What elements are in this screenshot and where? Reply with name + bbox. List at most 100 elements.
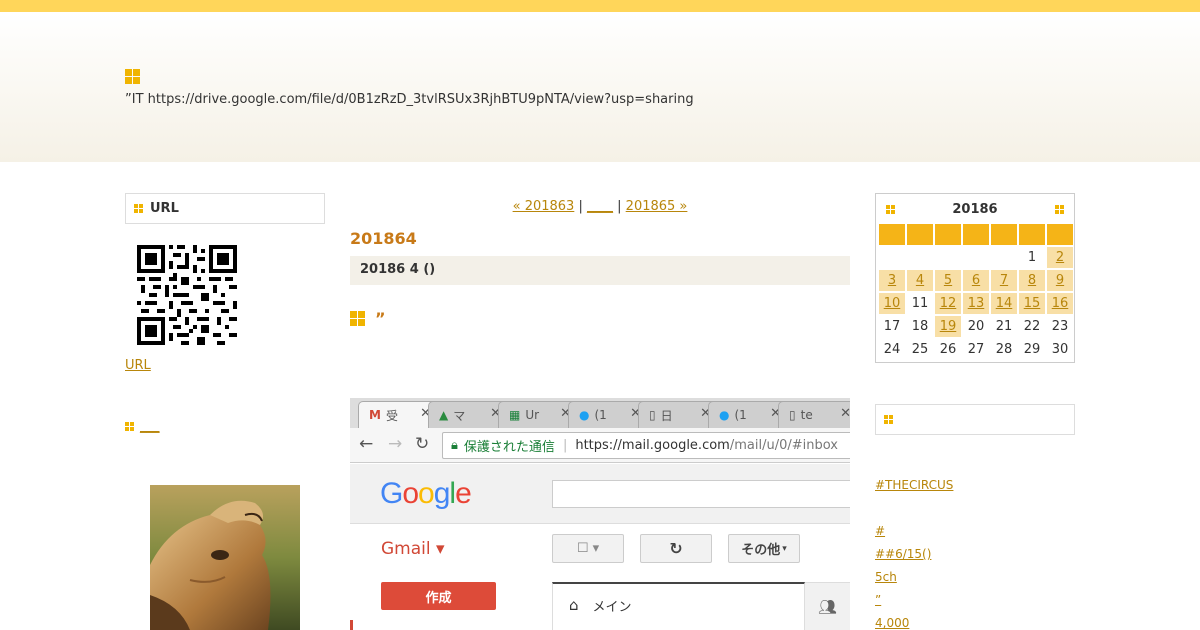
site-header: ”IT https://drive.google.com/file/d/0B1z…	[0, 12, 1200, 162]
weekday-header	[1019, 224, 1045, 245]
calendar-header: 20186	[878, 194, 1072, 224]
browser-tab: ▯ te ✕	[778, 401, 850, 428]
next-month-link[interactable]: 201865 »	[626, 199, 688, 214]
recent-post-link[interactable]: #	[875, 524, 978, 538]
list-item: #THECIRCUS	[875, 472, 1075, 495]
left-section-link[interactable]: ___	[140, 419, 160, 434]
pager-middle-link[interactable]: ____	[587, 199, 613, 214]
calendar-title: 20186	[952, 201, 998, 217]
calendar-day: 25	[911, 342, 929, 357]
calendar-day[interactable]: 8	[1019, 270, 1045, 291]
qr-code-image	[137, 245, 237, 345]
heading-squares-icon	[134, 204, 143, 213]
prev-month-link[interactable]: « 201863	[513, 199, 575, 214]
google-bar: Google	[350, 464, 850, 524]
top-accent-bar	[0, 0, 1200, 12]
url-host: https://mail.google.com	[575, 438, 730, 453]
calendar-day[interactable]: 3	[879, 270, 905, 291]
right-widget-heading	[875, 404, 1075, 435]
calendar-empty-cell	[991, 247, 1017, 268]
recent-posts-list: #THECIRCUS # ##6/15() 5ch ” 4,000	[875, 449, 1075, 630]
recent-post-link[interactable]: ”	[875, 593, 1075, 607]
weekday-header	[907, 224, 933, 245]
post-title-text: ”	[375, 309, 386, 328]
inbox-icon: ⌂	[569, 596, 579, 614]
checkbox-icon: ☐ ▾	[576, 541, 600, 556]
calendar-empty-cell	[879, 247, 905, 268]
list-item	[875, 449, 1075, 472]
heading-squares-icon	[886, 204, 895, 214]
url-path: /mail/u/0/#inbox	[729, 438, 838, 453]
twitter-icon: ●	[579, 408, 590, 422]
inbox-indicator	[350, 620, 353, 630]
recent-post-link[interactable]: #THECIRCUS	[875, 478, 1075, 492]
calendar-empty-cell	[935, 247, 961, 268]
social-tab: 👥︎	[805, 582, 850, 630]
month-pager: « 201863 | ____ | 201865 »	[350, 199, 850, 214]
calendar-widget: 20186 1 2 3 4 5 6 7 8 9 10 11 12 13 14 15 16 17 18 19 20 21 2…	[875, 193, 1075, 363]
calendar-day[interactable]: 13	[963, 293, 989, 314]
calendar-day[interactable]: 9	[1047, 270, 1073, 291]
recent-post-link[interactable]: 4,000	[875, 616, 1075, 630]
calendar-empty-cell	[907, 247, 933, 268]
weekday-header	[935, 224, 961, 245]
google-logo: Google	[380, 477, 472, 510]
calendar-day[interactable]: 5	[935, 270, 961, 291]
heading-squares-icon	[125, 422, 134, 431]
calendar-day: 21	[995, 319, 1013, 334]
calendar-empty-cell	[963, 247, 989, 268]
browser-toolbar: ← → ↻ 🔒︎ 保護された通信 | https://mail.google.c…	[350, 428, 850, 463]
gmail-label: Gmail ▾	[381, 539, 445, 559]
gmail-icon: M	[369, 408, 381, 422]
page-title: 201864	[350, 229, 417, 248]
calendar-day[interactable]: 14	[991, 293, 1017, 314]
calendar-day[interactable]: 4	[907, 270, 933, 291]
url-widget-heading: URL	[125, 193, 325, 224]
page-icon: ▯	[649, 408, 656, 422]
calendar-day: 17	[883, 319, 901, 334]
post-squares-icon	[350, 311, 365, 326]
lock-icon: 🔒︎	[451, 438, 458, 453]
address-bar: 🔒︎ 保護された通信 | https://mail.google.com/mai…	[442, 432, 850, 459]
calendar-day[interactable]: 7	[991, 270, 1017, 291]
close-icon: ✕	[840, 406, 850, 421]
calendar-day[interactable]: 6	[963, 270, 989, 291]
recent-post-link[interactable]: 5ch	[875, 570, 1075, 584]
calendar-day[interactable]: 10	[879, 293, 905, 314]
calendar-day: 11	[911, 296, 929, 311]
calendar-day[interactable]: 15	[1019, 293, 1045, 314]
forward-icon: →	[388, 434, 403, 454]
sheets-icon: ▦	[509, 408, 521, 422]
browser-tab-strip: M 受 ✕ ▲ マ ✕ ▦ Ur ✕ ● (1 ✕ ▯ 日 ✕ ● (1 ✕ ▯…	[350, 398, 850, 428]
list-item: #	[875, 518, 1075, 541]
weekday-header	[879, 224, 905, 245]
list-item: 4,000	[875, 610, 1075, 630]
calendar-day: 28	[995, 342, 1013, 357]
calendar-day[interactable]: 12	[935, 293, 961, 314]
list-item: ##6/15()	[875, 541, 1075, 564]
embedded-browser-screenshot: M 受 ✕ ▲ マ ✕ ▦ Ur ✕ ● (1 ✕ ▯ 日 ✕ ● (1 ✕ ▯…	[350, 398, 850, 630]
site-description: ”IT https://drive.google.com/file/d/0B1z…	[125, 92, 694, 107]
heading-squares-icon	[1054, 204, 1064, 214]
url-heading-text: URL	[150, 201, 179, 216]
people-icon: 👥︎	[817, 597, 838, 616]
calendar-day: 30	[1051, 342, 1069, 357]
page-icon: ▯	[789, 408, 796, 422]
recent-post-link[interactable]: ##6/15()	[875, 547, 1075, 561]
compose-button: 作成	[381, 582, 496, 610]
calendar-day: 18	[911, 319, 929, 334]
left-section-heading: ___	[125, 419, 160, 434]
calendar-day: 23	[1051, 319, 1069, 334]
google-search-box	[552, 480, 850, 508]
calendar-grid: 1 2 3 4 5 6 7 8 9 10 11 12 13 14 15 16 17 18 19 20 21 22 23 24 2…	[879, 224, 1073, 360]
calendar-day[interactable]: 16	[1047, 293, 1073, 314]
header-squares-icon	[125, 69, 140, 84]
calendar-day: 22	[1023, 319, 1041, 334]
calendar-day[interactable]: 19	[935, 316, 961, 337]
calendar-day: 20	[967, 319, 985, 334]
weekday-header	[963, 224, 989, 245]
more-button: その他 ▾	[728, 534, 800, 563]
reload-icon: ↻	[415, 434, 430, 454]
calendar-day[interactable]: 2	[1047, 247, 1073, 268]
qr-url-link[interactable]: URL	[125, 358, 151, 373]
